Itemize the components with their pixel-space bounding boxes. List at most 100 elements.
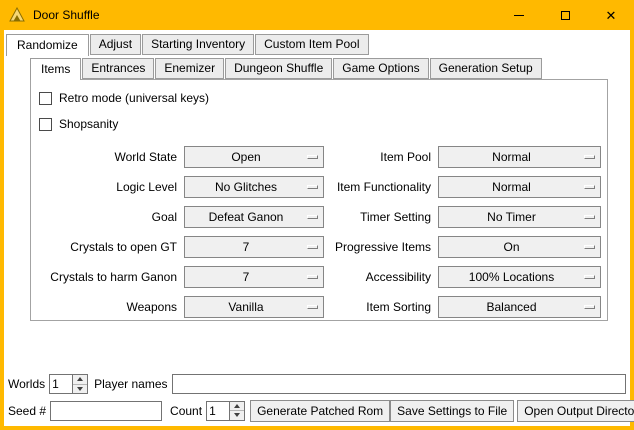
window-title: Door Shuffle [33,8,100,22]
dropdown-value: No Timer [439,210,584,224]
worlds-spin-buttons [72,375,87,393]
timer-setting-dropdown[interactable]: No Timer [438,206,601,228]
dropdown-value: Vanilla [185,300,307,314]
count-input[interactable] [207,402,229,420]
goal-dropdown[interactable]: Defeat Ganon [184,206,324,228]
window-body: Randomize Adjust Starting Inventory Cust… [4,30,630,426]
tab-items[interactable]: Items [30,58,81,80]
crystals-gt-dropdown[interactable]: 7 [184,236,324,258]
dropdown-indicator-icon [584,275,595,279]
progressive-items-dropdown[interactable]: On [438,236,601,258]
world-state-dropdown[interactable]: Open [184,146,324,168]
worlds-spinbox [49,374,88,394]
timer-setting-label: Timer Setting [324,202,438,232]
worlds-label: Worlds [8,377,45,391]
seed-input[interactable] [50,401,162,421]
logic-level-label: Logic Level [39,172,184,202]
seed-row: Seed # Count Generate Patched Rom Save S… [8,399,626,422]
minimize-button[interactable] [496,0,542,30]
spin-down-icon [77,387,83,391]
crystals-ganon-label: Crystals to harm Ganon [39,262,184,292]
worlds-spin-up-button[interactable] [73,375,87,384]
dropdown-indicator-icon [307,245,318,249]
tab-entrances[interactable]: Entrances [82,58,154,79]
checkbox-box [39,118,52,131]
world-state-label: World State [39,142,184,172]
seed-label: Seed # [8,404,46,418]
tab-generation-setup[interactable]: Generation Setup [430,58,542,79]
close-icon: ✕ [606,9,617,22]
dropdown-value: On [439,240,584,254]
dropdown-value: 7 [185,270,307,284]
player-names-input[interactable] [172,374,627,394]
tab-enemizer[interactable]: Enemizer [155,58,224,79]
generate-patched-rom-button[interactable]: Generate Patched Rom [250,400,390,422]
dropdown-indicator-icon [584,305,595,309]
dropdown-indicator-icon [307,305,318,309]
inner-tab-bar: Items Entrances Enemizer Dungeon Shuffle… [30,58,608,79]
dropdown-indicator-icon [307,275,318,279]
dropdown-value: Normal [439,150,584,164]
maximize-button[interactable] [542,0,588,30]
tab-custom-item-pool[interactable]: Custom Item Pool [255,34,368,55]
dropdown-indicator-icon [307,215,318,219]
dropdown-indicator-icon [307,185,318,189]
dropdown-value: Balanced [439,300,584,314]
window: Door Shuffle ✕ Randomize Adjust Starting… [0,0,634,430]
item-pool-dropdown[interactable]: Normal [438,146,601,168]
dropdown-indicator-icon [584,245,595,249]
checkbox-box [39,92,52,105]
progressive-items-label: Progressive Items [324,232,438,262]
item-sorting-dropdown[interactable]: Balanced [438,296,601,318]
dropdown-value: No Glitches [185,180,307,194]
tab-randomize[interactable]: Randomize [6,34,89,56]
player-names-label: Player names [94,377,167,391]
minimize-icon [514,15,524,16]
worlds-spin-down-button[interactable] [73,384,87,394]
count-label: Count [170,404,202,418]
shopsanity-checkbox[interactable]: Shopsanity [39,116,607,132]
dropdown-value: 7 [185,240,307,254]
tab-dungeon-shuffle[interactable]: Dungeon Shuffle [225,58,332,79]
tab-game-options[interactable]: Game Options [333,58,428,79]
spin-up-icon [234,404,240,408]
spin-up-icon [77,377,83,381]
count-spin-down-button[interactable] [230,410,244,420]
dropdown-value: Open [185,150,307,164]
count-spin-buttons [229,402,244,420]
item-sorting-label: Item Sorting [324,292,438,322]
items-pane: Retro mode (universal keys) Shopsanity W… [30,79,608,321]
tab-starting-inventory[interactable]: Starting Inventory [142,34,254,55]
count-spin-up-button[interactable] [230,402,244,411]
spin-down-icon [234,413,240,417]
tab-adjust[interactable]: Adjust [90,34,141,55]
dropdown-value: Defeat Ganon [185,210,307,224]
goal-label: Goal [39,202,184,232]
item-functionality-dropdown[interactable]: Normal [438,176,601,198]
dropdown-indicator-icon [584,215,595,219]
accessibility-dropdown[interactable]: 100% Locations [438,266,601,288]
logic-level-dropdown[interactable]: No Glitches [184,176,324,198]
count-spinbox [206,401,245,421]
crystals-ganon-dropdown[interactable]: 7 [184,266,324,288]
open-output-directory-button[interactable]: Open Output Directory [517,400,634,422]
dropdown-indicator-icon [584,155,595,159]
options-grid: World State Open Item Pool Normal Logic … [39,142,607,322]
dropdown-value: 100% Locations [439,270,584,284]
dropdown-indicator-icon [307,155,318,159]
crystals-gt-label: Crystals to open GT [39,232,184,262]
weapons-dropdown[interactable]: Vanilla [184,296,324,318]
retro-mode-checkbox[interactable]: Retro mode (universal keys) [39,90,607,106]
maximize-icon [561,11,570,20]
worlds-input[interactable] [50,375,72,393]
checkbox-label: Shopsanity [59,117,118,131]
checkbox-label: Retro mode (universal keys) [59,91,209,105]
accessibility-label: Accessibility [324,262,438,292]
dropdown-value: Normal [439,180,584,194]
weapons-label: Weapons [39,292,184,322]
save-settings-button[interactable]: Save Settings to File [390,400,514,422]
app-icon[interactable] [9,7,25,23]
close-button[interactable]: ✕ [588,0,634,30]
outer-tab-bar: Randomize Adjust Starting Inventory Cust… [6,34,370,55]
titlebar: Door Shuffle ✕ [0,0,634,30]
